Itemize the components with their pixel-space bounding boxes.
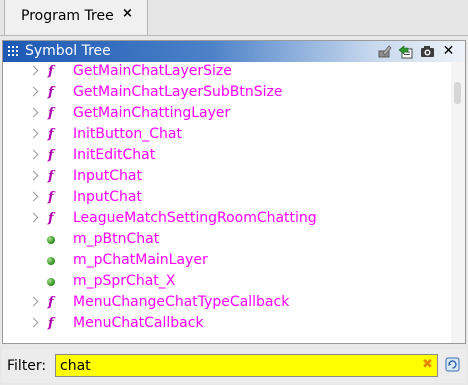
grip-icon — [8, 46, 18, 56]
panel-titlebar: Symbol Tree ✕ — [3, 41, 465, 62]
vertical-scrollbar[interactable] — [451, 62, 465, 343]
chevron-right-icon[interactable] — [28, 86, 39, 97]
tab-label[interactable]: Program Tree — [21, 8, 114, 24]
filter-bar: Filter: ✖ — [2, 349, 466, 383]
tree-row-label: m_pChatMainLayer — [73, 252, 208, 268]
tree-row[interactable]: m_pBtnChat — [3, 231, 451, 252]
function-icon: f — [48, 169, 54, 184]
tree-row[interactable]: f GetMainChattingLayer — [3, 105, 451, 126]
chevron-right-icon[interactable] — [28, 191, 39, 202]
tree-row-label: LeagueMatchSettingRoomChatting — [73, 210, 317, 226]
filter-options-icon[interactable] — [445, 357, 460, 372]
tab-strip-divider — [0, 35, 468, 36]
chevron-right-icon[interactable] — [28, 149, 39, 160]
chevron-right-icon[interactable] — [28, 107, 39, 118]
function-icon: f — [48, 127, 54, 142]
symbol-tree-panel: Symbol Tree ✕ f GetMainChatLayerSize f G… — [2, 40, 466, 344]
tree-row-label: m_pBtnChat — [73, 231, 160, 247]
field-dot-icon — [47, 257, 55, 265]
tree-row[interactable]: f InitButton_Chat — [3, 126, 451, 147]
tab-strip: Program Tree × — [0, 0, 468, 36]
scrollbar-thumb[interactable] — [454, 82, 461, 104]
field-dot-icon — [47, 278, 55, 286]
tree-row[interactable]: f MenuChangeChatTypeCallback — [3, 294, 451, 315]
symbol-tree-list: f GetMainChatLayerSize f GetMainChatLayerSu… — [3, 62, 451, 343]
function-icon: f — [48, 316, 54, 331]
function-icon: f — [48, 211, 54, 226]
clear-filter-icon[interactable]: ✖ — [422, 357, 433, 372]
function-icon: f — [48, 190, 54, 205]
tree-row[interactable]: m_pSprChat_X — [3, 273, 451, 294]
tree-row-label: InitEditChat — [73, 147, 156, 163]
tree-row-label: MenuChatCallback — [73, 315, 204, 331]
chevron-right-icon[interactable] — [28, 65, 39, 76]
tree-row[interactable]: f LeagueMatchSettingRoomChatting — [3, 210, 451, 231]
tree-row[interactable]: f InitEditChat — [3, 147, 451, 168]
chevron-right-icon[interactable] — [28, 212, 39, 223]
tree-row-label: GetMainChatLayerSubBtnSize — [73, 84, 283, 100]
tab-close-icon[interactable]: × — [122, 6, 133, 21]
function-icon: f — [48, 106, 54, 121]
filter-label: Filter: — [7, 358, 47, 374]
chevron-right-icon[interactable] — [28, 170, 39, 181]
tree-row[interactable]: m_pChatMainLayer — [3, 252, 451, 273]
tree-row[interactable]: f MenuChatCallback — [3, 315, 451, 336]
tree-row-label: GetMainChatLayerSize — [73, 63, 232, 79]
snapshot-icon[interactable] — [420, 44, 435, 59]
chevron-right-icon[interactable] — [28, 296, 39, 307]
filter-field[interactable]: ✖ — [55, 354, 438, 377]
tree-row-label: GetMainChattingLayer — [73, 105, 231, 121]
field-dot-icon — [47, 236, 55, 244]
filter-input[interactable] — [56, 355, 420, 376]
edit-icon[interactable] — [377, 44, 392, 59]
tab-program-tree[interactable]: Program Tree × — [4, 0, 148, 35]
chevron-right-icon[interactable] — [28, 317, 39, 328]
tree-row[interactable]: f GetMainChatLayerSize — [3, 63, 451, 84]
tree-row[interactable]: f InputChat — [3, 189, 451, 210]
tree-row-label: InitButton_Chat — [73, 126, 182, 142]
close-icon[interactable]: ✕ — [441, 44, 456, 59]
tree-row-label: MenuChangeChatTypeCallback — [73, 294, 290, 310]
tree-row-label: m_pSprChat_X — [73, 273, 176, 289]
tree-row-label: InputChat — [73, 189, 142, 205]
tree-row-label: InputChat — [73, 168, 142, 184]
panel-title: Symbol Tree — [25, 43, 111, 59]
function-icon: f — [48, 295, 54, 310]
chevron-right-icon[interactable] — [28, 128, 39, 139]
navigate-icon[interactable] — [398, 44, 413, 59]
function-icon: f — [48, 85, 54, 100]
tree-row[interactable]: f InputChat — [3, 168, 451, 189]
function-icon: f — [48, 64, 54, 79]
function-icon: f — [48, 148, 54, 163]
tree-row[interactable]: f GetMainChatLayerSubBtnSize — [3, 84, 451, 105]
